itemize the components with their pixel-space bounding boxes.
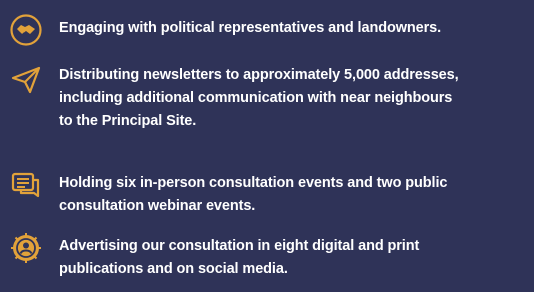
item-text: Holding six in-person consultation event… [59,175,448,214]
list-item: Holding six in-person consultation event… [8,168,528,218]
list-item: Engaging with political representatives … [8,12,528,48]
megaphone-badge-icon [8,230,44,266]
list-item: Advertising our consultation in eight di… [8,230,528,281]
item-text: Distributing newsletters to approximatel… [59,67,459,129]
paper-plane-icon [8,62,44,98]
consultation-activities-panel: Engaging with political representatives … [0,0,534,292]
item-text: Engaging with political representatives … [59,20,442,36]
list-item: Distributing newsletters to approximatel… [8,62,528,133]
handshake-icon [8,12,44,48]
item-text: Advertising our consultation in eight di… [59,238,420,277]
chat-bubbles-icon [8,168,44,204]
